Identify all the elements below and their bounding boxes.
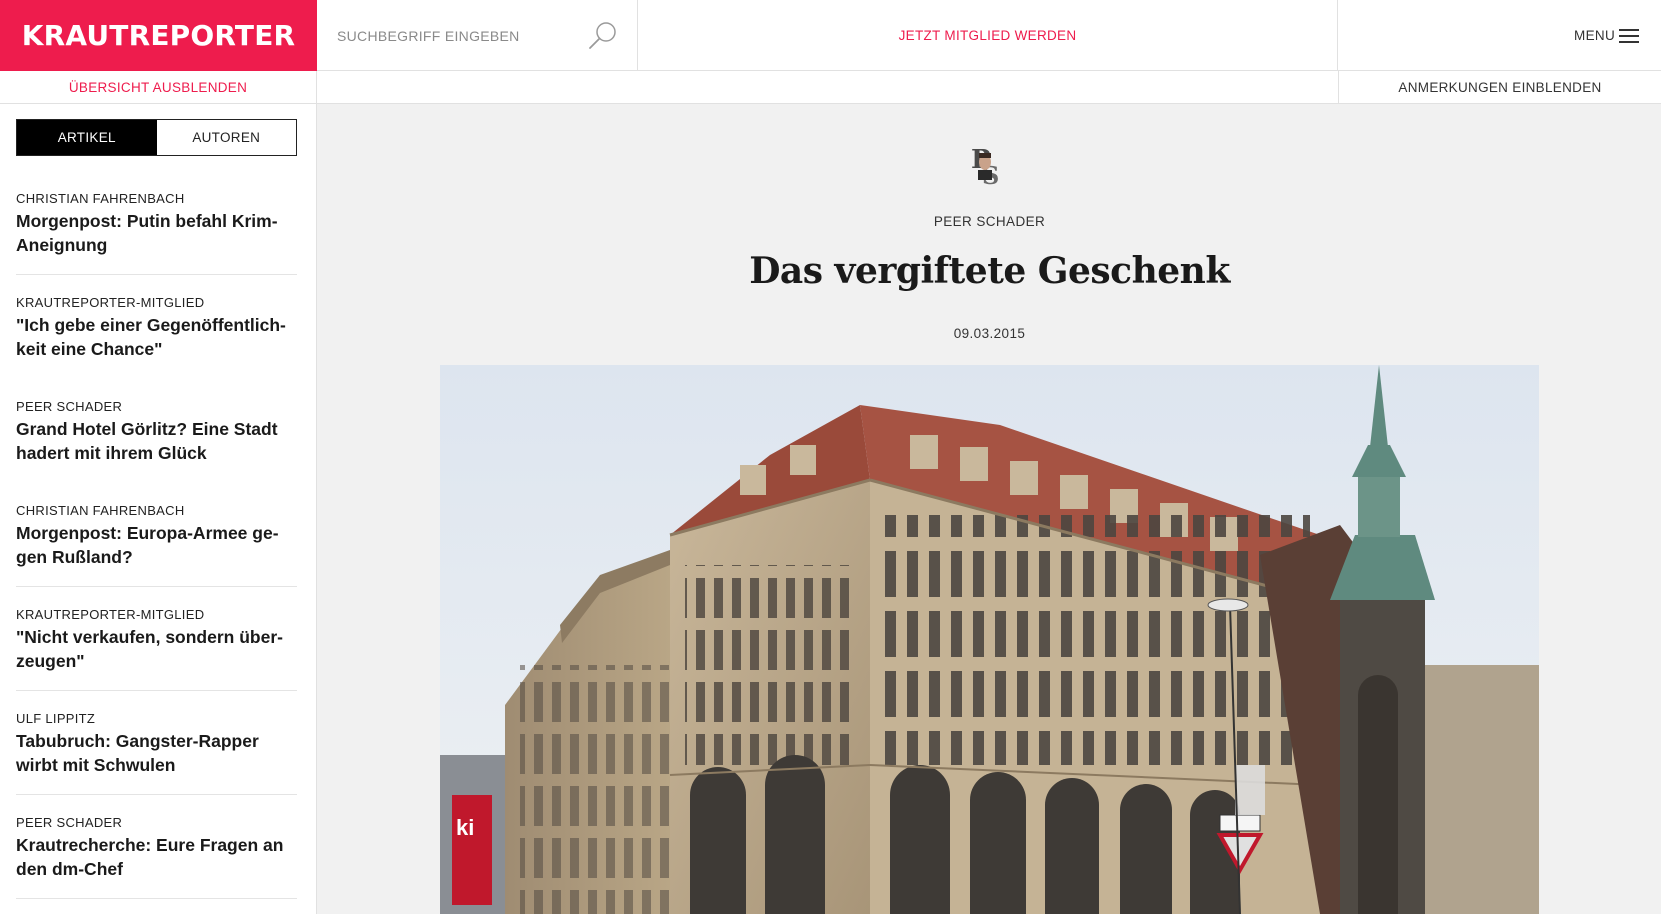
list-item[interactable]: CHRISTIAN FAHRENBACH Morgenpost: Putin b…	[0, 171, 316, 275]
search-icon[interactable]	[587, 20, 619, 52]
menu-button[interactable]: MENU	[1338, 0, 1661, 71]
list-item-author: PEER SCHADER	[16, 815, 123, 830]
show-notes-link[interactable]: ANMERKUNGEN EINBLENDEN	[1338, 71, 1661, 104]
article-date: 09.03.2015	[953, 326, 1026, 341]
article-main: P S PEER SCHADER Das vergiftete Geschenk…	[318, 104, 1661, 914]
list-item[interactable]: CHRISTIAN FAHRENBACH Morgenpost: Europa-…	[0, 483, 316, 587]
list-item-author: PEER SCHADER	[16, 399, 123, 414]
article-title: Das vergiftete Geschenk	[749, 250, 1230, 292]
top-bar: KRAUTREPORTER JETZT MITGLIED WERDEN MENU	[0, 0, 1661, 71]
list-item-author: ULF LIPPITZ	[16, 711, 96, 726]
author-avatar[interactable]: P S	[970, 144, 1000, 186]
list-item-author: CHRISTIAN FAHRENBACH	[16, 503, 185, 518]
sidebar-tabs: ARTIKEL AUTOREN	[16, 119, 297, 156]
search-input[interactable]	[337, 24, 577, 48]
list-item-title: Morgenpost: Putin befahl Krim-Aneignung	[16, 211, 278, 255]
site-logo[interactable]: KRAUTREPORTER	[0, 0, 317, 71]
menu-label: MENU	[1574, 28, 1615, 43]
sub-bar: ÜBERSICHT AUSBLENDEN ANMERKUNGEN EINBLEN…	[0, 71, 1661, 104]
list-item[interactable]: KRAUTREPORTER-MITGLIED "Ich gebe einer G…	[0, 275, 316, 379]
list-item-title: Tabubruch: Gangster-Rapper wirbt mit Sch…	[16, 731, 259, 775]
list-item-title: "Nicht verkaufen, sondern über­zeugen"	[16, 627, 283, 671]
hamburger-icon	[1619, 28, 1639, 43]
hero-image: ki	[440, 365, 1539, 914]
article-list: CHRISTIAN FAHRENBACH Morgenpost: Putin b…	[0, 171, 316, 899]
article-sidebar: ARTIKEL AUTOREN CHRISTIAN FAHRENBACH Mor…	[0, 104, 317, 914]
list-item-active[interactable]: PEER SCHADER Grand Hotel Görlitz? Eine S…	[0, 379, 316, 483]
hide-overview-link[interactable]: ÜBERSICHT AUSBLENDEN	[0, 71, 317, 104]
list-item[interactable]: PEER SCHADER Krautrecherche: Eure Fragen…	[0, 795, 316, 899]
article-author[interactable]: PEER SCHADER	[318, 214, 1661, 229]
search-box	[317, 0, 638, 71]
list-item-title: "Ich gebe einer Gegenöffentlich­keit ein…	[16, 315, 286, 359]
list-item-title: Morgenpost: Europa-Armee ge­gen Rußland?	[16, 523, 279, 567]
list-item-author: KRAUTREPORTER-MITGLIED	[16, 607, 205, 622]
list-item[interactable]: KRAUTREPORTER-MITGLIED "Nicht verkaufen,…	[0, 587, 316, 691]
tab-authors[interactable]: AUTOREN	[156, 120, 296, 155]
tab-articles[interactable]: ARTIKEL	[17, 120, 157, 155]
list-item-author: CHRISTIAN FAHRENBACH	[16, 191, 185, 206]
list-item-title: Grand Hotel Görlitz? Eine Stadt hadert m…	[16, 419, 278, 463]
list-item-author: KRAUTREPORTER-MITGLIED	[16, 295, 205, 310]
list-item[interactable]: ULF LIPPITZ Tabubruch: Gangster-Rapper w…	[0, 691, 316, 795]
list-item-title: Krautrecherche: Eure Fragen an den dm-Ch…	[16, 835, 284, 879]
become-member-link[interactable]: JETZT MITGLIED WERDEN	[638, 0, 1338, 71]
divider	[16, 898, 297, 899]
svg-text:ki: ki	[456, 815, 474, 840]
